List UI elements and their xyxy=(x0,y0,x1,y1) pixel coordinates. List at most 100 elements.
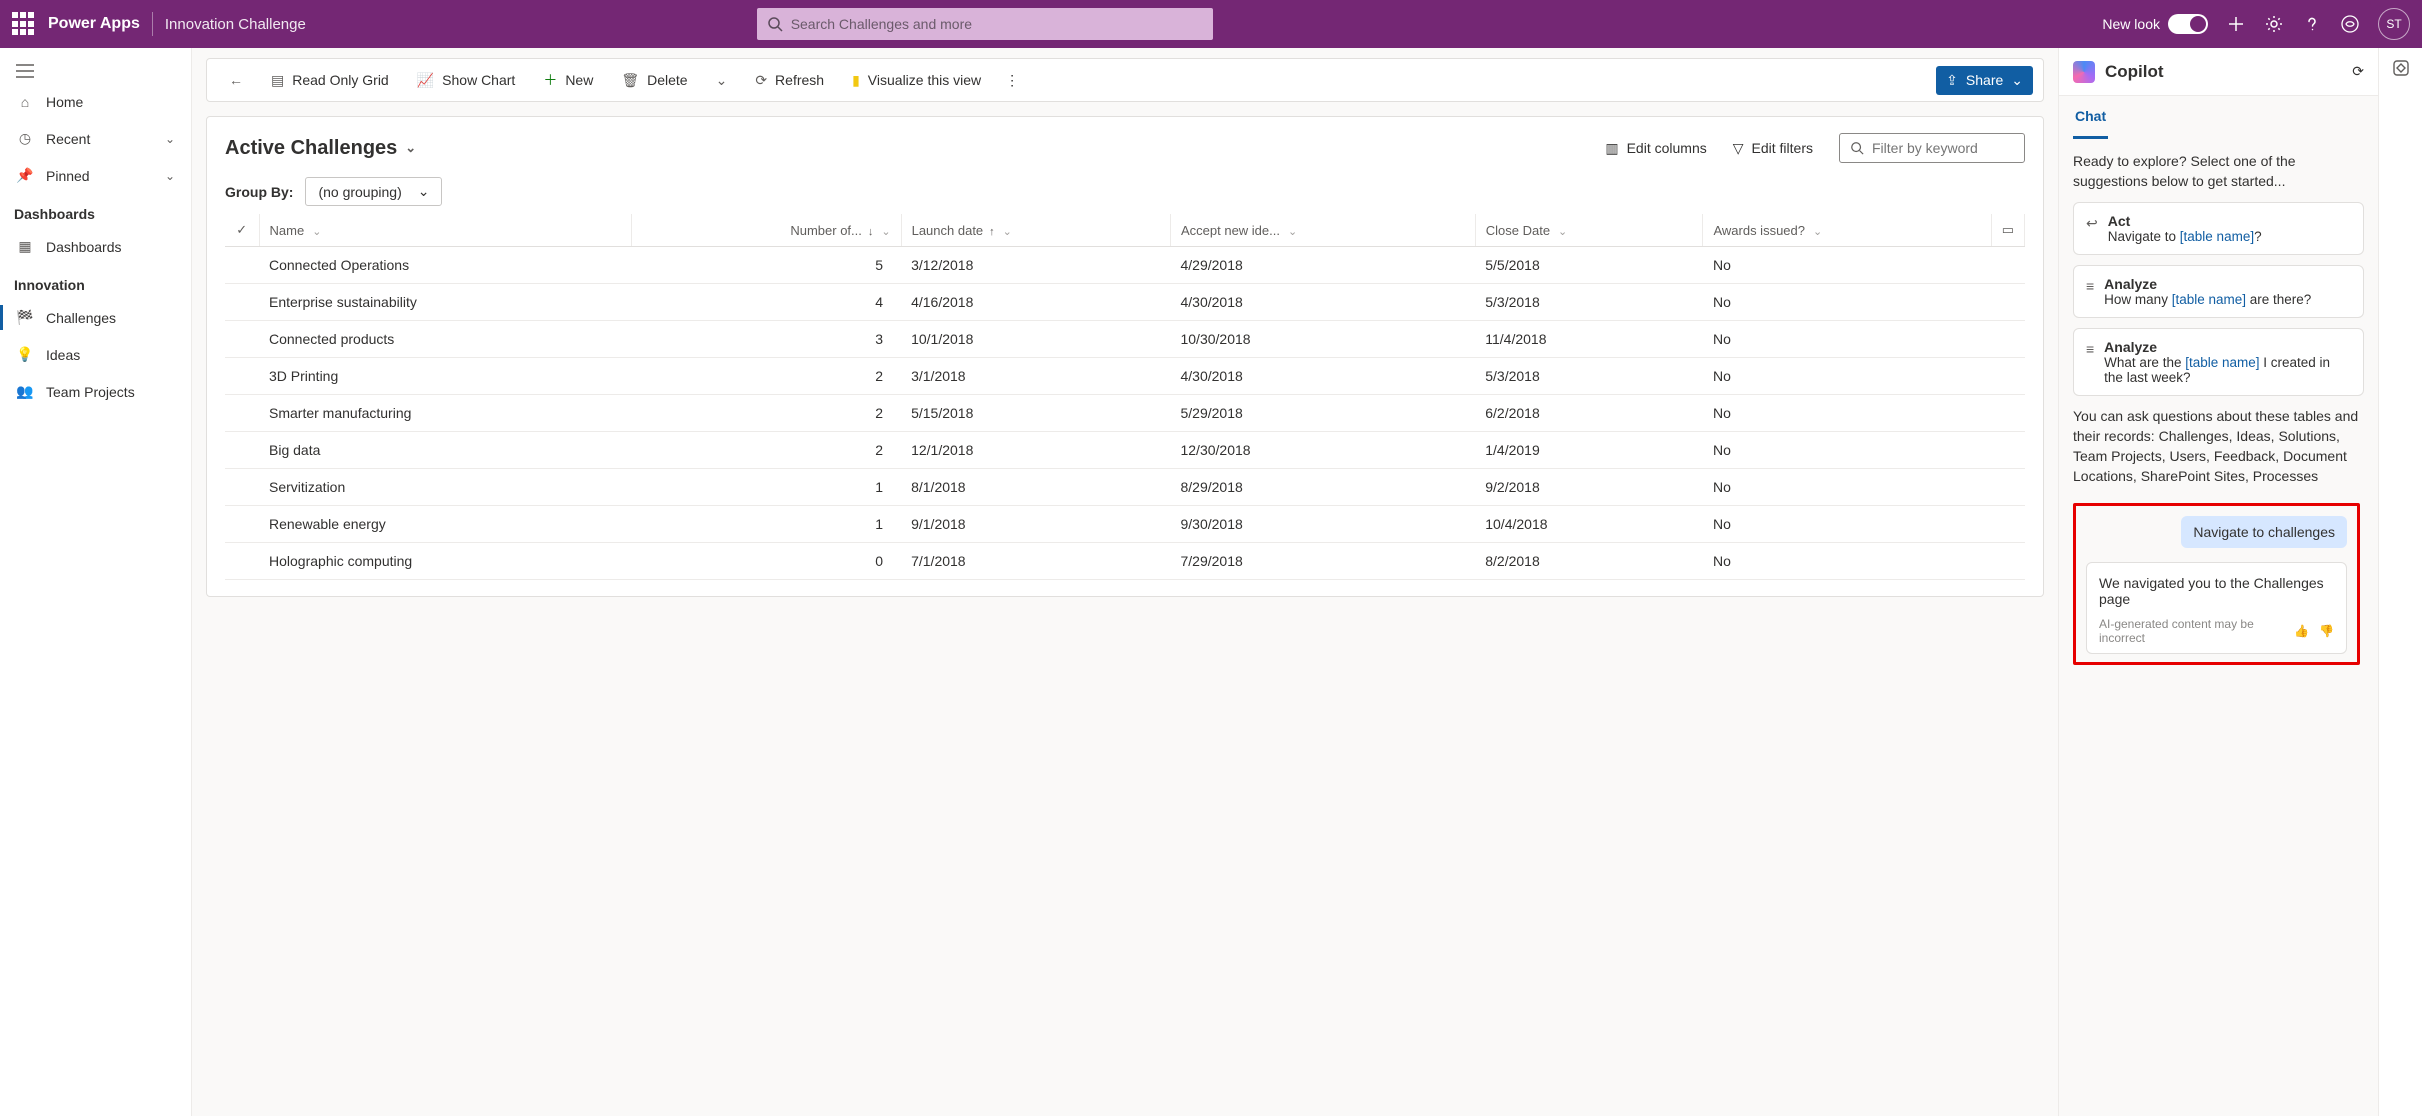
content-card: Active Challenges ⌄ ▥ Edit columns ▽ Edi… xyxy=(206,116,2044,597)
copilot-header: Copilot ⟳ xyxy=(2059,48,2378,96)
row-checkbox[interactable] xyxy=(225,284,259,321)
keyword-filter[interactable] xyxy=(1839,133,2025,163)
nav-recent-label: Recent xyxy=(46,131,90,147)
nav-team-projects[interactable]: 👥 Team Projects xyxy=(0,373,191,410)
chat-highlight: Navigate to challenges We navigated you … xyxy=(2073,503,2360,665)
row-checkbox[interactable] xyxy=(225,247,259,284)
row-checkbox[interactable] xyxy=(225,321,259,358)
cell-launch: 8/1/2018 xyxy=(901,469,1170,506)
cell-number: 2 xyxy=(632,432,901,469)
row-checkbox[interactable] xyxy=(225,432,259,469)
data-grid: ✓ Name⌄ Number of...↓⌄ Launch date↑⌄ Acc… xyxy=(225,214,2025,580)
cell-close: 10/4/2018 xyxy=(1475,506,1703,543)
col-number[interactable]: Number of...↓⌄ xyxy=(632,214,901,247)
row-actions[interactable] xyxy=(1991,432,2024,469)
row-actions[interactable] xyxy=(1991,321,2024,358)
select-all-header[interactable]: ✓ xyxy=(225,214,259,247)
tab-chat[interactable]: Chat xyxy=(2073,96,2108,139)
add-icon[interactable] xyxy=(2226,14,2246,34)
assistant-icon[interactable] xyxy=(2340,14,2360,34)
toggle-icon xyxy=(2168,14,2208,34)
col-awards[interactable]: Awards issued?⌄ xyxy=(1703,214,1991,247)
app-launcher-icon[interactable] xyxy=(12,12,36,36)
table-row[interactable]: Connected products310/1/201810/30/201811… xyxy=(225,321,2025,358)
row-actions[interactable] xyxy=(1991,395,2024,432)
row-checkbox[interactable] xyxy=(225,469,259,506)
new-button[interactable]: ＋ New xyxy=(531,64,605,96)
help-icon[interactable] xyxy=(2302,14,2322,34)
nav-dashboards[interactable]: ▦ Dashboards xyxy=(0,228,191,265)
row-checkbox[interactable] xyxy=(225,543,259,580)
new-look-toggle[interactable]: New look xyxy=(2102,14,2208,34)
user-avatar[interactable]: ST xyxy=(2378,8,2410,40)
copilot-rail-icon[interactable] xyxy=(2391,58,2411,78)
read-only-grid-button[interactable]: ▤ Read Only Grid xyxy=(259,66,401,95)
thumbs-down-icon[interactable]: 👎 xyxy=(2319,624,2334,638)
overflow-button[interactable]: ⋮ xyxy=(997,66,1027,95)
cell-launch: 4/16/2018 xyxy=(901,284,1170,321)
chevron-down-icon: ⌄ xyxy=(1813,226,1822,238)
right-rail xyxy=(2378,48,2422,1116)
share-button[interactable]: ⇪ Share ⌄ xyxy=(1936,66,2033,95)
thumbs-up-icon[interactable]: 👍 xyxy=(2294,624,2309,638)
bot-message: We navigated you to the Challenges page … xyxy=(2086,562,2347,654)
col-name[interactable]: Name⌄ xyxy=(259,214,632,247)
nav-ideas[interactable]: 💡 Ideas xyxy=(0,336,191,373)
col-launch[interactable]: Launch date↑⌄ xyxy=(901,214,1170,247)
nav-pinned[interactable]: 📌 Pinned ⌄ xyxy=(0,157,191,194)
suggestion-analyze-week[interactable]: ≡ Analyze What are the [table name] I cr… xyxy=(2073,328,2364,396)
settings-icon[interactable] xyxy=(2264,14,2284,34)
col-accept[interactable]: Accept new ide...⌄ xyxy=(1170,214,1475,247)
row-actions[interactable] xyxy=(1991,543,2024,580)
nav-challenges[interactable]: 🏁 Challenges xyxy=(0,299,191,336)
search-box[interactable] xyxy=(757,8,1213,40)
back-button[interactable]: ← xyxy=(217,66,255,94)
suggestion-analyze-count[interactable]: ≡ Analyze How many [table name] are ther… xyxy=(2073,265,2364,318)
row-checkbox[interactable] xyxy=(225,395,259,432)
clock-icon: ◷ xyxy=(16,130,34,147)
col-close[interactable]: Close Date⌄ xyxy=(1475,214,1703,247)
keyword-filter-input[interactable] xyxy=(1872,140,2014,156)
refresh-button[interactable]: ⟳ Refresh xyxy=(743,66,836,95)
table-row[interactable]: Enterprise sustainability44/16/20184/30/… xyxy=(225,284,2025,321)
col-actions[interactable]: ▭ xyxy=(1991,214,2024,247)
cell-name: Connected Operations xyxy=(259,247,632,284)
delete-button[interactable]: 🗑 Delete xyxy=(609,66,699,95)
row-actions[interactable] xyxy=(1991,469,2024,506)
table-row[interactable]: Big data212/1/201812/30/20181/4/2019No xyxy=(225,432,2025,469)
row-checkbox[interactable] xyxy=(225,506,259,543)
visualize-button[interactable]: ▮ Visualize this view xyxy=(840,66,993,95)
table-row[interactable]: Connected Operations53/12/20184/29/20185… xyxy=(225,247,2025,284)
view-selector[interactable]: Active Challenges ⌄ xyxy=(225,137,416,160)
copilot-intro: Ready to explore? Select one of the sugg… xyxy=(2073,151,2364,192)
nav-home[interactable]: ⌂ Home xyxy=(0,84,191,120)
row-checkbox[interactable] xyxy=(225,358,259,395)
refresh-icon[interactable]: ⟳ xyxy=(2352,63,2364,80)
visualize-label: Visualize this view xyxy=(868,72,981,88)
cell-close: 5/5/2018 xyxy=(1475,247,1703,284)
row-actions[interactable] xyxy=(1991,247,2024,284)
table-row[interactable]: Servitization18/1/20188/29/20189/2/2018N… xyxy=(225,469,2025,506)
nav-recent[interactable]: ◷ Recent ⌄ xyxy=(0,120,191,157)
cell-awards: No xyxy=(1703,284,1991,321)
table-row[interactable]: Renewable energy19/1/20189/30/201810/4/2… xyxy=(225,506,2025,543)
row-actions[interactable] xyxy=(1991,506,2024,543)
cell-close: 6/2/2018 xyxy=(1475,395,1703,432)
search-input[interactable] xyxy=(791,16,1203,32)
nav-toggle-icon[interactable] xyxy=(0,58,191,84)
suggestion-act[interactable]: ↩ Act Navigate to [table name]? xyxy=(2073,202,2364,255)
left-nav: ⌂ Home ◷ Recent ⌄ 📌 Pinned ⌄ Dashboards … xyxy=(0,48,192,1116)
delete-split-button[interactable]: ⌄ xyxy=(704,66,740,95)
chevron-down-icon: ⌄ xyxy=(716,72,728,89)
group-by-dropdown[interactable]: (no grouping) ⌄ xyxy=(305,177,442,206)
table-row[interactable]: 3D Printing23/1/20184/30/20185/3/2018No xyxy=(225,358,2025,395)
show-chart-button[interactable]: 📈 Show Chart xyxy=(405,66,528,95)
view-title-text: Active Challenges xyxy=(225,137,397,160)
divider xyxy=(152,12,153,36)
edit-columns-button[interactable]: ▥ Edit columns xyxy=(1605,140,1706,157)
row-actions[interactable] xyxy=(1991,358,2024,395)
edit-filters-button[interactable]: ▽ Edit filters xyxy=(1733,140,1813,157)
row-actions[interactable] xyxy=(1991,284,2024,321)
table-row[interactable]: Smarter manufacturing25/15/20185/29/2018… xyxy=(225,395,2025,432)
table-row[interactable]: Holographic computing07/1/20187/29/20188… xyxy=(225,543,2025,580)
